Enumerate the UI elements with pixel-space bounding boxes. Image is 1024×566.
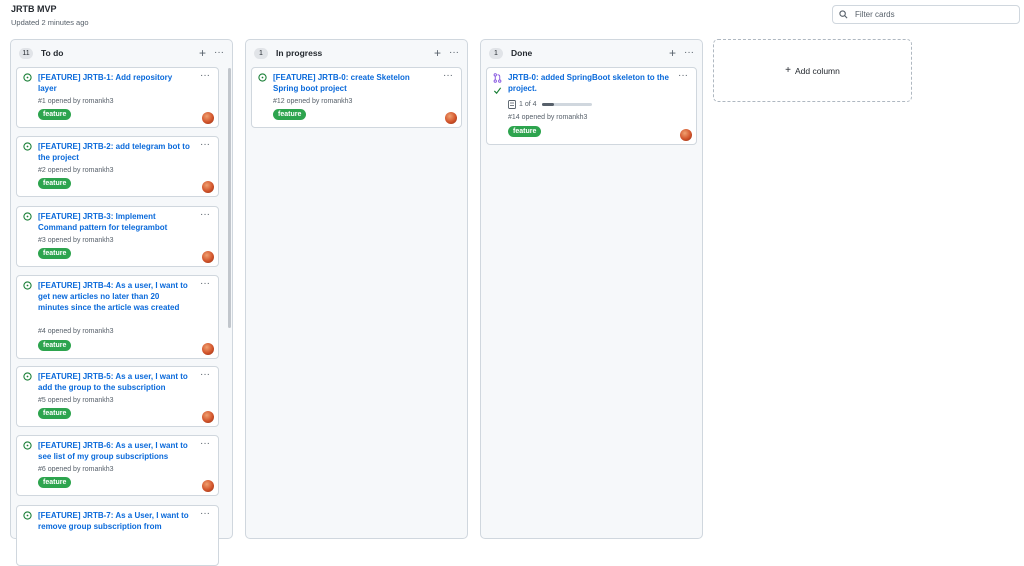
column-menu-button[interactable]: ··· (684, 48, 694, 58)
card[interactable]: [FEATURE] JRTB-1: Add repository layer ·… (16, 67, 219, 128)
label-badge[interactable]: feature (508, 126, 542, 137)
card-meta: #14 opened by romankh3 (508, 114, 588, 121)
card-menu-button[interactable]: ··· (200, 70, 210, 81)
card-menu-button[interactable]: ··· (200, 369, 210, 380)
add-card-button[interactable]: + (434, 47, 441, 59)
card-menu-button[interactable]: ··· (200, 209, 210, 220)
avatar[interactable] (202, 411, 214, 423)
card-title[interactable]: [FEATURE] JRTB-5: As a user, I want to a… (38, 371, 192, 393)
card[interactable]: [FEATURE] JRTB-4: As a user, I want to g… (16, 275, 219, 359)
avatar[interactable] (202, 480, 214, 492)
column-header: 1 In progress + ··· (254, 46, 459, 60)
column-in-progress: 1 In progress + ··· [FEATURE] JRTB-0: cr… (245, 39, 468, 539)
label-badge[interactable]: feature (38, 248, 72, 259)
card-menu-button[interactable]: ··· (200, 139, 210, 150)
label-badge[interactable]: feature (38, 477, 72, 488)
avatar[interactable] (202, 251, 214, 263)
column-menu-button[interactable]: ··· (449, 48, 459, 58)
card[interactable]: [FEATURE] JRTB-0: create Sketelon Spring… (251, 67, 462, 128)
issue-opened-icon (23, 281, 32, 290)
progress-fill (541, 103, 555, 106)
column-title: In progress (276, 48, 323, 58)
column-todo: 11 To do + ··· [FEATURE] JRTB-1: Add rep… (10, 39, 233, 566)
card-menu-button[interactable]: ··· (200, 278, 210, 289)
card-meta: #12 opened by romankh3 (273, 98, 353, 105)
label-badge[interactable]: feature (38, 178, 72, 189)
card-menu-button[interactable]: ··· (200, 438, 210, 449)
filter-input[interactable] (853, 9, 1007, 20)
issue-opened-icon (23, 73, 32, 82)
card-meta: #4 opened by romankh3 (38, 328, 114, 335)
column-header: 11 To do + ··· (19, 46, 224, 60)
card-meta: #3 opened by romankh3 (38, 237, 114, 244)
pull-request-icon (493, 73, 502, 83)
column-count: 11 (19, 47, 33, 59)
board-title: JRTB MVP (11, 4, 57, 14)
card-menu-button[interactable]: ··· (443, 70, 453, 81)
add-card-button[interactable]: + (199, 47, 206, 59)
card-meta: #2 opened by romankh3 (38, 167, 114, 174)
card-meta: #6 opened by romankh3 (38, 466, 114, 473)
card-title[interactable]: [FEATURE] JRTB-6: As a user, I want to s… (38, 440, 192, 462)
issue-opened-icon (23, 441, 32, 450)
column-menu-button[interactable]: ··· (214, 48, 224, 58)
avatar[interactable] (202, 112, 214, 124)
card[interactable]: [FEATURE] JRTB-3: Implement Command patt… (16, 206, 219, 267)
card-title[interactable]: [FEATURE] JRTB-2: add telegram bot to th… (38, 141, 192, 163)
card[interactable]: [FEATURE] JRTB-6: As a user, I want to s… (16, 435, 219, 496)
board-updated: Updated 2 minutes ago (11, 18, 89, 27)
label-badge[interactable]: feature (38, 340, 72, 351)
card-menu-button[interactable]: ··· (200, 508, 210, 519)
issue-opened-icon (23, 511, 32, 520)
add-card-button[interactable]: + (669, 47, 676, 59)
task-count: 1 of 4 (519, 101, 537, 108)
card[interactable]: [FEATURE] JRTB-7: As a User, I want to r… (16, 505, 219, 566)
checklist-icon (508, 100, 516, 109)
card-title[interactable]: [FEATURE] JRTB-1: Add repository layer (38, 72, 192, 94)
card-title[interactable]: [FEATURE] JRTB-0: create Sketelon Spring… (273, 72, 435, 94)
card-meta: #5 opened by romankh3 (38, 397, 114, 404)
issue-opened-icon (23, 372, 32, 381)
avatar[interactable] (445, 112, 457, 124)
issue-opened-icon (23, 142, 32, 151)
card-title[interactable]: JRTB-0: added SpringBoot skeleton to the… (508, 72, 670, 94)
column-count: 1 (489, 47, 503, 59)
column-title: Done (511, 48, 533, 58)
label-badge[interactable]: feature (273, 109, 307, 120)
column-header: 1 Done + ··· (489, 46, 694, 60)
label-badge[interactable]: feature (38, 408, 72, 419)
card-title[interactable]: [FEATURE] JRTB-7: As a User, I want to r… (38, 510, 192, 532)
issue-opened-icon (23, 212, 32, 221)
card-menu-button[interactable]: ··· (678, 70, 688, 81)
column-count: 1 (254, 47, 268, 59)
column-title: To do (41, 48, 64, 58)
avatar[interactable] (680, 129, 692, 141)
board-header: JRTB MVP Updated 2 minutes ago (11, 3, 89, 29)
scrollbar[interactable] (228, 68, 231, 328)
progress-bar (541, 103, 592, 106)
task-progress: 1 of 4 (508, 100, 592, 109)
avatar[interactable] (202, 181, 214, 193)
filter-cards[interactable] (832, 5, 1020, 24)
label-badge[interactable]: feature (38, 109, 72, 120)
add-column-label: Add column (794, 65, 840, 76)
card-title[interactable]: [FEATURE] JRTB-3: Implement Command patt… (38, 211, 192, 233)
plus-icon: + (785, 65, 791, 76)
card[interactable]: JRTB-0: added SpringBoot skeleton to the… (486, 67, 697, 145)
avatar[interactable] (202, 343, 214, 355)
card[interactable]: [FEATURE] JRTB-2: add telegram bot to th… (16, 136, 219, 197)
card-meta: #1 opened by romankh3 (38, 98, 114, 105)
check-icon (493, 87, 502, 95)
card[interactable]: [FEATURE] JRTB-5: As a user, I want to a… (16, 366, 219, 427)
card-title[interactable]: [FEATURE] JRTB-4: As a user, I want to g… (38, 280, 192, 313)
search-icon (839, 10, 848, 19)
issue-opened-icon (258, 73, 267, 82)
column-done: 1 Done + ··· JRTB-0: added SpringBoot sk… (480, 39, 703, 539)
add-column-button[interactable]: + Add column (713, 39, 912, 102)
